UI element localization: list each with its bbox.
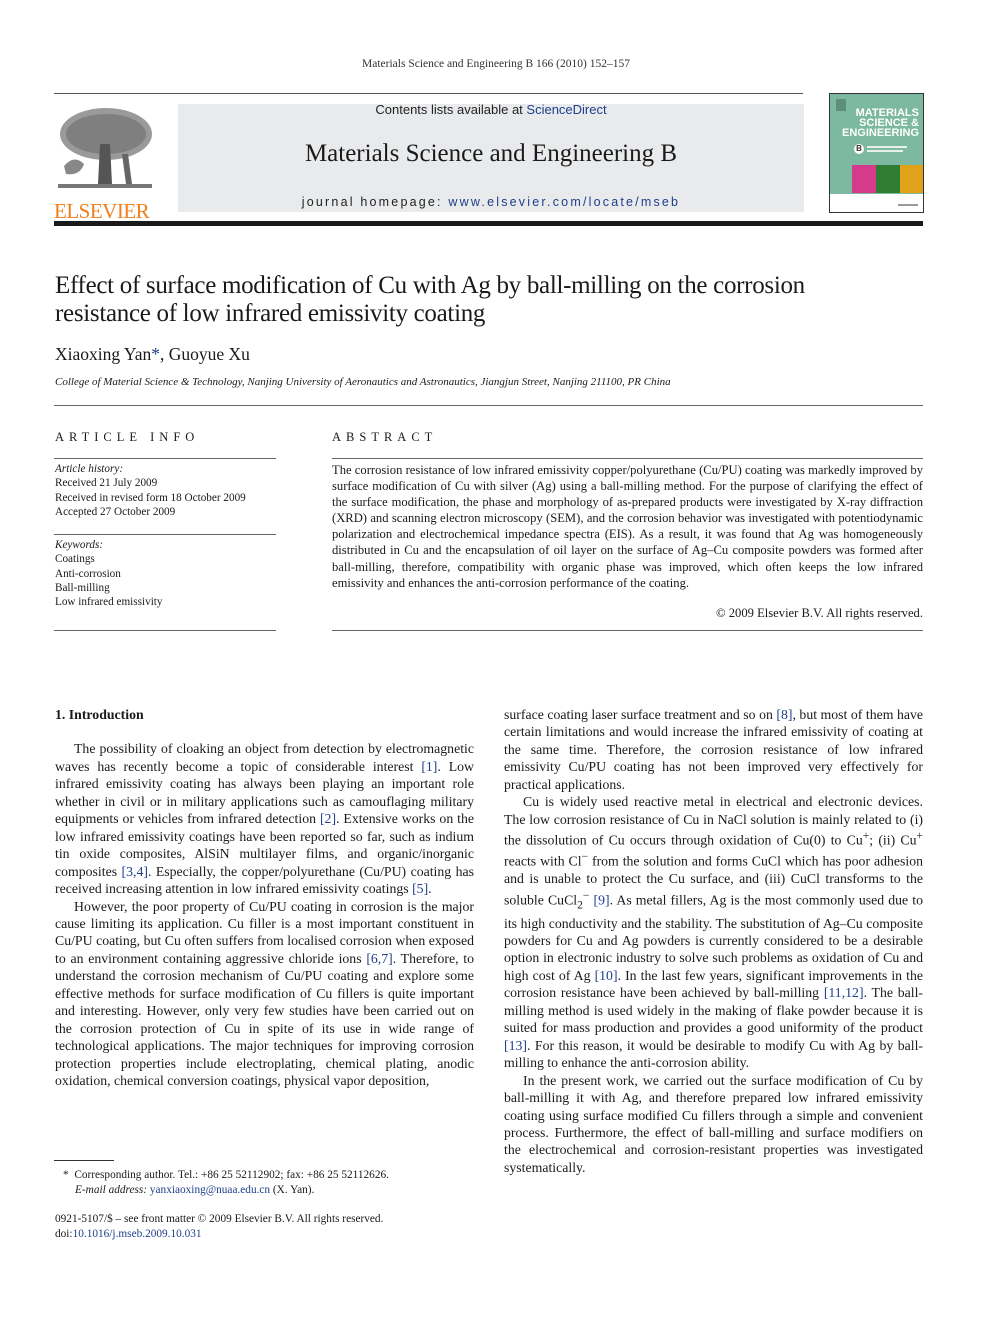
cover-image-green (876, 165, 900, 193)
citation-link[interactable]: [2] (320, 811, 336, 826)
cover-title-line3: ENGINEERING (841, 127, 919, 139)
body-right-column: surface coating laser surface treatment … (504, 706, 923, 1176)
intro-paragraph-3: Cu is widely used reactive metal in elec… (504, 793, 923, 1071)
article-info-rule (54, 458, 276, 459)
citation-link[interactable]: [9] (593, 892, 609, 907)
email-label: E-mail address: (75, 1183, 150, 1196)
keyword: Low infrared emissivity (55, 596, 163, 609)
author-2[interactable]: , Guoyue Xu (160, 344, 250, 364)
abstract-copyright: © 2009 Elsevier B.V. All rights reserved… (716, 606, 923, 620)
journal-homepage: journal homepage: www.elsevier.com/locat… (178, 195, 804, 209)
text-run: The possibility of cloaking an object fr… (55, 741, 474, 774)
citation-link[interactable]: [8] (776, 707, 792, 722)
title-line-1: Effect of surface modification of Cu wit… (55, 272, 805, 299)
text-run: Cu is widely used reactive metal in elec… (504, 794, 923, 848)
keywords-rule (54, 534, 276, 535)
cover-publisher-mark (898, 204, 918, 206)
elsevier-tree-logo-icon (58, 108, 152, 188)
email-link[interactable]: yanxiaoxing@nuaa.edu.cn (150, 1184, 270, 1196)
citation-link[interactable]: [1] (421, 759, 437, 774)
journal-cover[interactable]: MATERIALS SCIENCE & ENGINEERING B (829, 93, 924, 213)
text-run: . Therefore, to understand the corrosion… (55, 950, 474, 1089)
cover-image-magenta (852, 165, 876, 193)
cover-footer (830, 194, 923, 212)
front-matter: 0921-5107/$ – see front matter © 2009 El… (55, 1212, 475, 1241)
history-received: Received 21 July 2009 (55, 477, 158, 490)
section-heading-introduction: 1. Introduction (55, 707, 144, 722)
header-thick-rule (54, 221, 923, 226)
text-run: . (428, 881, 432, 897)
doi-link[interactable]: 10.1016/j.mseb.2009.10.031 (73, 1228, 202, 1240)
text-run: surface coating laser surface treatment … (504, 707, 777, 722)
keyword: Coatings (55, 553, 95, 566)
intro-paragraph-1: The possibility of cloaking an object fr… (55, 740, 474, 897)
keyword: Anti-corrosion (55, 567, 121, 580)
footnote-mark: * (63, 1169, 69, 1181)
abstract-rule (332, 458, 923, 459)
doi-label: doi: (55, 1227, 73, 1240)
citation-link[interactable]: [11,12] (824, 985, 864, 1000)
cover-image-gold (900, 165, 923, 193)
abstract-text: The corrosion resistance of low infrared… (332, 463, 923, 590)
contents-line: Contents lists available at ScienceDirec… (178, 102, 804, 117)
keywords-label: Keywords: (55, 539, 104, 551)
homepage-link[interactable]: www.elsevier.com/locate/mseb (448, 195, 680, 209)
contents-prefix: Contents lists available at (375, 102, 527, 117)
article-history-label: Article history: (55, 463, 124, 475)
title-rule (54, 405, 923, 406)
citation-link[interactable]: [3,4] (122, 864, 148, 879)
text-run: . For this reason, it would be desirable… (504, 1037, 923, 1071)
journal-name: Materials Science and Engineering B (304, 140, 678, 167)
abstract-heading: ABSTRACT (332, 430, 438, 444)
superscript: + (916, 830, 924, 843)
footnote-contact: Corresponding author. Tel.: +86 25 52112… (74, 1169, 389, 1181)
running-head: Materials Science and Engineering B 166 … (362, 58, 630, 70)
author-1[interactable]: Xiaoxing Yan (55, 344, 151, 364)
history-accepted: Accepted 27 October 2009 (55, 505, 176, 518)
cover-subtitle-line (867, 150, 903, 152)
footnote-corresponding: * Corresponding author. Tel.: +86 25 521… (63, 1168, 483, 1197)
intro-paragraph-2: However, the poor property of Cu/PU coat… (55, 898, 474, 1090)
front-matter-text: 0921-5107/$ – see front matter © 2009 El… (55, 1213, 384, 1225)
homepage-label: journal homepage: (301, 195, 449, 209)
cover-badge: B (854, 144, 864, 154)
header-rule (54, 93, 803, 94)
title-line-2: resistance of low infrared emissivity co… (55, 300, 486, 327)
article-info-bottom-rule (54, 630, 276, 631)
article-title: Effect of surface modification of Cu wit… (55, 272, 925, 328)
history-revised: Received in revised form 18 October 2009 (55, 491, 246, 504)
body-left-column: 1. Introduction The possibility of cloak… (55, 706, 474, 1090)
footnote-rule (54, 1160, 114, 1161)
corresponding-author-mark[interactable]: * (151, 344, 160, 364)
email-suffix: (X. Yan). (270, 1183, 315, 1196)
sciencedirect-link[interactable]: ScienceDirect (526, 102, 606, 117)
keywords: Keywords: Coatings Anti-corrosion Ball-m… (55, 538, 277, 609)
text-run: ; (ii) Cu (869, 832, 917, 848)
affiliation: College of Material Science & Technology… (55, 376, 671, 388)
intro-paragraph-2-continued: surface coating laser surface treatment … (504, 706, 923, 793)
keyword: Ball-milling (55, 581, 110, 594)
citation-link[interactable]: [5] (412, 881, 428, 896)
intro-paragraph-4: In the present work, we carried out the … (504, 1072, 923, 1175)
elsevier-logo[interactable]: ELSEVIER (54, 104, 156, 222)
authors: Xiaoxing Yan*, Guoyue Xu (55, 344, 250, 365)
article-info-heading: ARTICLE INFO (55, 430, 200, 444)
elsevier-wordmark: ELSEVIER (54, 199, 150, 223)
cover-subtitle-line (867, 146, 907, 148)
article-history: Article history: Received 21 July 2009 R… (55, 462, 277, 519)
text-run: reacts with Cl (504, 853, 582, 869)
citation-link[interactable]: [13] (504, 1038, 527, 1053)
abstract-bottom-rule (332, 630, 923, 631)
citation-link[interactable]: [6,7] (366, 951, 392, 966)
citation-link[interactable]: [10] (595, 968, 618, 983)
